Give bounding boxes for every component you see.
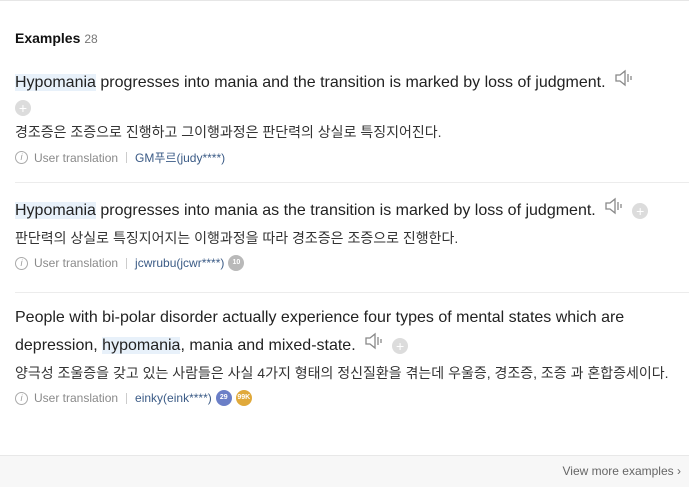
- example-english: Hypomania progresses into mania as the t…: [15, 197, 689, 225]
- meta-separator: [126, 257, 128, 269]
- chevron-right-icon: ›: [677, 464, 681, 478]
- example-meta: i User translation jcwrubu(jcwr****) 10: [15, 255, 689, 272]
- example-meta: i User translation GM푸르(judy****): [15, 149, 689, 166]
- view-more-link[interactable]: View more examples ›: [562, 464, 681, 478]
- add-icon[interactable]: +: [15, 100, 31, 116]
- view-more-label: View more examples: [562, 464, 674, 478]
- meta-label: User translation: [34, 391, 119, 406]
- example-korean: 양극성 조울증을 갖고 있는 사람들은 사실 4가지 형태의 정신질환을 겪는데…: [15, 365, 669, 382]
- user-link[interactable]: einky(eink****): [135, 391, 212, 405]
- user-link[interactable]: GM푸르(judy****): [135, 149, 225, 166]
- highlighted-term[interactable]: hypomania: [102, 337, 181, 355]
- add-icon[interactable]: +: [392, 338, 409, 354]
- example-english-text: progresses into mania and the transition…: [95, 74, 606, 92]
- add-icon[interactable]: +: [632, 203, 649, 219]
- meta-separator: [126, 152, 128, 164]
- example-korean: 판단력의 상실로 특징지어지는 이행과정을 따라 경조증은 조증으로 진행한다.: [15, 230, 459, 247]
- meta-label: User translation: [34, 256, 119, 271]
- speaker-icon[interactable]: [364, 332, 386, 360]
- speaker-icon[interactable]: [614, 69, 636, 97]
- example-meta: i User translation einky(eink****) 29 18…: [15, 390, 675, 417]
- meta-separator: [126, 392, 128, 404]
- highlighted-term[interactable]: Hypomania: [15, 74, 96, 92]
- example-divider: [15, 182, 689, 183]
- examples-footer: View more examples ›: [0, 455, 689, 487]
- speaker-icon[interactable]: [604, 197, 626, 225]
- user-level-badge: 10: [228, 255, 245, 272]
- examples-count: 28: [84, 32, 98, 46]
- user-rank-badge: 29 18: [215, 390, 232, 417]
- examples-header: Examples 28: [15, 30, 98, 46]
- example-english-text: progresses into mania as the transition …: [95, 202, 596, 220]
- highlighted-term[interactable]: Hypomania: [15, 202, 96, 220]
- top-divider: [0, 0, 689, 1]
- info-icon: i: [15, 256, 28, 270]
- example-english: Hypomania progresses into mania and the …: [15, 69, 689, 97]
- examples-title: Examples: [15, 30, 81, 46]
- example-english-text-end: , mania and mixed-state.: [180, 337, 356, 355]
- user-link[interactable]: jcwrubu(jcwr****): [135, 256, 224, 270]
- example-item-1: Hypomania progresses into mania and the …: [15, 69, 689, 166]
- user-points-badge: 99K: [235, 390, 252, 407]
- example-korean: 경조증은 조증으로 진행하고 그이행과정은 판단력의 상실로 특징지어진다.: [15, 124, 442, 141]
- example-item-3: People with bi-polar disorder actually e…: [15, 304, 675, 417]
- example-divider: [15, 292, 689, 293]
- info-icon: i: [15, 151, 28, 165]
- example-item-2: Hypomania progresses into mania as the t…: [15, 197, 689, 272]
- info-icon: i: [15, 391, 28, 405]
- example-english: People with bi-polar disorder actually e…: [15, 304, 675, 360]
- meta-label: User translation: [34, 150, 119, 165]
